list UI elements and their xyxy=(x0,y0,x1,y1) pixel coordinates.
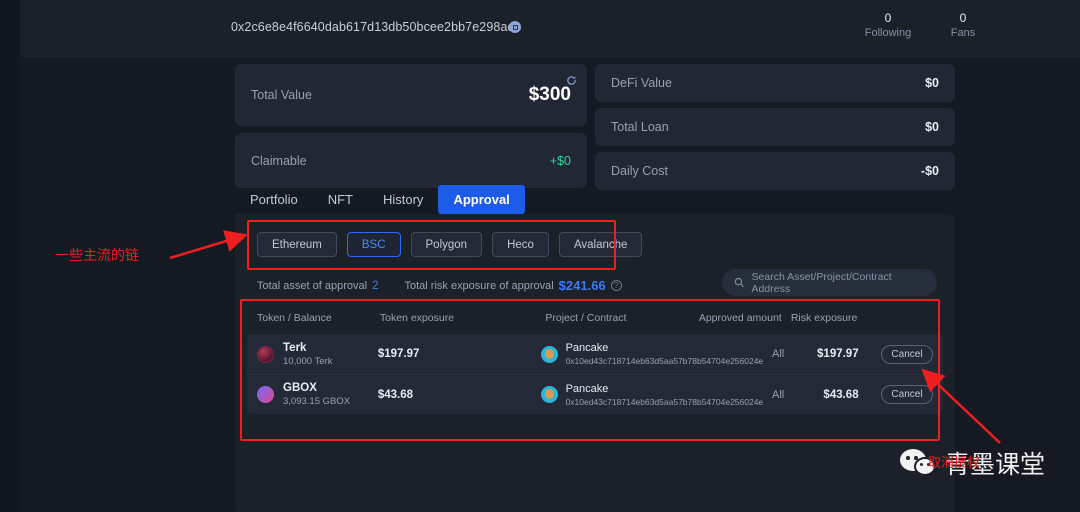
token-name: Terk xyxy=(283,341,307,354)
gbox-token-icon xyxy=(257,386,274,403)
header-risk-exposure: Risk exposure xyxy=(790,312,858,324)
chain-chip-bsc[interactable]: BSC xyxy=(346,232,401,257)
tab-portfolio[interactable]: Portfolio xyxy=(235,185,313,214)
tab-approval[interactable]: Approval xyxy=(438,185,525,214)
token-name: GBOX xyxy=(283,382,317,394)
chain-chip-ethereum[interactable]: Ethereum xyxy=(257,232,337,257)
copy-icon[interactable] xyxy=(509,21,521,33)
total-asset-count: 2 xyxy=(372,279,379,292)
total-asset-of-approval: Total asset of approval 2 xyxy=(257,280,378,292)
following-count: 0 xyxy=(884,11,892,25)
risk-exposure: $43.68 xyxy=(823,388,859,401)
project-cell: Pancake 0x10ed43c718714eb63d5aa57b78b547… xyxy=(540,382,763,408)
action-cell: Cancel xyxy=(859,385,933,404)
pancake-icon xyxy=(540,386,558,403)
header-token-exposure: Token exposure xyxy=(379,312,455,324)
card-total-value: Total Value $300 xyxy=(235,64,587,126)
card-defi-label: DeFi Value xyxy=(611,76,672,90)
stat-fans[interactable]: 0 Fans xyxy=(935,10,991,41)
page-root: 0x2c6e8e4f6640dab617d13db50bcee2bb7e298a… xyxy=(0,0,1080,512)
card-daily-amount: -$0 xyxy=(920,164,939,178)
stat-following[interactable]: 0 Following xyxy=(860,10,916,41)
cancel-button[interactable]: Cancel xyxy=(880,385,933,404)
header-project-contract: Project / Contract xyxy=(545,312,627,324)
search-input[interactable]: Search Asset/Project/Contract Address xyxy=(722,269,937,296)
annotation-cancel-note: 取消授权 xyxy=(928,456,981,471)
token-cell: GBOX 3,093.15 GBOX xyxy=(257,381,378,408)
tab-nft[interactable]: NFT xyxy=(313,185,368,214)
approval-summary: Total asset of approval 2 Total risk exp… xyxy=(257,278,622,293)
total-risk-label: Total risk exposure of approval xyxy=(404,279,554,292)
card-claimable-amount: +$0 xyxy=(549,153,571,168)
left-rail xyxy=(0,0,20,512)
tab-history[interactable]: History xyxy=(368,185,438,214)
content-panel: Total Value $300 Claimable +$0 DeFi Valu… xyxy=(235,57,955,512)
tab-bar: Portfolio NFT History Approval xyxy=(235,185,525,214)
card-total-loan: Total Loan $0 xyxy=(595,108,955,146)
table-row[interactable]: GBOX 3,093.15 GBOX $43.68 Pancake 0x10ed… xyxy=(247,374,943,414)
card-daily-cost: Daily Cost -$0 xyxy=(595,152,955,190)
annotation-chains-note: 一些主流的链 xyxy=(55,248,139,264)
fans-label: Fans xyxy=(950,27,976,39)
card-claimable-label: Claimable xyxy=(251,153,307,168)
token-balance: 3,093.15 GBOX xyxy=(283,396,351,407)
card-total-value-label: Total Value xyxy=(251,88,312,102)
total-asset-label: Total asset of approval xyxy=(257,279,368,292)
approved-amount: All xyxy=(772,348,785,360)
risk-exposure: $197.97 xyxy=(817,348,859,360)
search-placeholder: Search Asset/Project/Contract Address xyxy=(751,270,892,295)
token-exposure: $197.97 xyxy=(377,348,420,360)
pancake-icon xyxy=(540,345,558,363)
token-balance: 10,000 Terk xyxy=(283,355,333,367)
card-claimable: Claimable +$0 xyxy=(235,133,587,188)
refresh-icon[interactable] xyxy=(566,73,577,85)
wallet-address[interactable]: 0x2c6e8e4f6640dab617d13db50bcee2bb7e298a… xyxy=(231,20,522,34)
following-label: Following xyxy=(864,27,912,39)
approval-panel: Ethereum BSC Polygon Heco Avalanche Tota… xyxy=(235,214,955,512)
token-exposure: $43.68 xyxy=(377,388,414,401)
approved-amount: All xyxy=(772,388,785,401)
card-total-value-amount: $300 xyxy=(528,84,571,105)
card-loan-amount: $0 xyxy=(925,120,939,134)
approval-table: Token / Balance Token exposure Project /… xyxy=(247,304,943,414)
token-cell: Terk 10,000 Terk xyxy=(257,341,378,368)
header-approved-amount: Approved amount xyxy=(698,312,782,324)
fans-count: 0 xyxy=(959,11,967,25)
card-defi-value: DeFi Value $0 xyxy=(595,64,955,102)
terk-token-icon xyxy=(257,345,274,363)
card-loan-label: Total Loan xyxy=(611,120,669,134)
chain-chip-polygon[interactable]: Polygon xyxy=(410,232,483,257)
chain-filter-row: Ethereum BSC Polygon Heco Avalanche xyxy=(257,232,643,257)
total-risk-amount: $241.66 xyxy=(558,278,606,293)
search-icon xyxy=(734,277,744,287)
card-daily-label: Daily Cost xyxy=(611,164,668,178)
chain-chip-heco[interactable]: Heco xyxy=(492,232,549,257)
header-token-balance: Token / Balance xyxy=(257,312,332,324)
chain-chip-avalanche[interactable]: Avalanche xyxy=(558,232,643,257)
project-cell: Pancake 0x10ed43c718714eb63d5aa57b78b547… xyxy=(540,341,763,367)
page-header: 0x2c6e8e4f6640dab617d13db50bcee2bb7e298a… xyxy=(20,0,1080,57)
cancel-button[interactable]: Cancel xyxy=(880,344,933,364)
total-risk-exposure: Total risk exposure of approval $241.66 … xyxy=(404,278,622,293)
summary-cards: Total Value $300 Claimable +$0 DeFi Valu… xyxy=(235,57,955,190)
card-defi-amount: $0 xyxy=(925,76,939,90)
table-row[interactable]: Terk 10,000 Terk $197.97 Pancake 0x10ed4… xyxy=(247,334,943,374)
table-header-row: Token / Balance Token exposure Project /… xyxy=(247,304,943,332)
question-mark-icon[interactable]: ? xyxy=(610,280,622,291)
action-cell: Cancel xyxy=(859,344,933,364)
table-body: Terk 10,000 Terk $197.97 Pancake 0x10ed4… xyxy=(247,334,943,414)
